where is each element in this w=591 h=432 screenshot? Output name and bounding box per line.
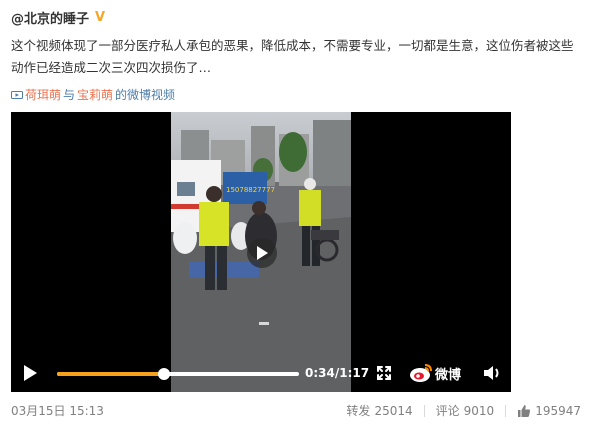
progress-handle[interactable]	[157, 368, 170, 380]
author-name-link[interactable]: @北京的睡子	[11, 8, 89, 27]
video-source-line: 荷珥萌 与 宝莉萌 的微博视频	[11, 86, 175, 103]
volume-icon[interactable]	[483, 364, 501, 382]
post-date-link[interactable]: 03月15日 15:13	[11, 402, 104, 419]
weibo-logo-icon	[410, 364, 432, 382]
source-suffix-link[interactable]: 的微博视频	[115, 86, 175, 103]
weibo-post-card: @北京的睡子 V 这个视频体现了一部分医疗私人承包的恶果，降低成本，不需要专业，…	[0, 0, 591, 432]
like-count: 195947	[535, 403, 581, 418]
comment-button[interactable]: 评论 9010	[436, 402, 495, 419]
fullscreen-icon[interactable]	[376, 365, 392, 381]
weibo-brand[interactable]: 微博	[409, 363, 461, 383]
repost-button[interactable]: 转发 25014	[346, 402, 412, 419]
play-button[interactable]	[22, 364, 38, 382]
play-icon	[257, 246, 268, 260]
comment-label: 评论	[435, 404, 460, 418]
video-controls: 0:34/1:17 微博	[11, 354, 511, 392]
progress-fill	[57, 372, 164, 376]
post-actions: 转发 25014 评论 9010 195947	[346, 402, 581, 419]
post-footer: 03月15日 15:13 转发 25014 评论 9010 195947	[11, 402, 581, 422]
repost-label: 转发	[346, 404, 371, 418]
comment-count: 9010	[463, 403, 495, 418]
like-icon	[518, 404, 531, 417]
center-play-button[interactable]	[247, 238, 277, 268]
time-display: 0:34/1:17	[305, 366, 370, 380]
video-player[interactable]: 15078827777 0:34/1:17 微博	[11, 112, 511, 392]
source-connector: 与	[63, 88, 76, 102]
weibo-brand-label: 微博	[435, 367, 462, 383]
ambulance-phone-text: 15078827777	[226, 186, 275, 194]
post-author: @北京的睡子 V	[11, 8, 107, 27]
video-source-icon	[11, 90, 23, 99]
source-user-1-link[interactable]: 荷珥萌	[25, 86, 61, 103]
divider	[505, 404, 507, 417]
post-text: 这个视频体现了一部分医疗私人承包的恶果，降低成本，不需要专业，一切都是生意，这位…	[11, 38, 574, 75]
divider	[423, 404, 425, 417]
repost-count: 25014	[374, 403, 413, 418]
source-user-2-link[interactable]: 宝莉萌	[77, 86, 113, 103]
like-button[interactable]: 195947	[517, 404, 581, 418]
progress-track[interactable]	[57, 368, 299, 380]
verified-icon[interactable]: V	[93, 10, 107, 25]
